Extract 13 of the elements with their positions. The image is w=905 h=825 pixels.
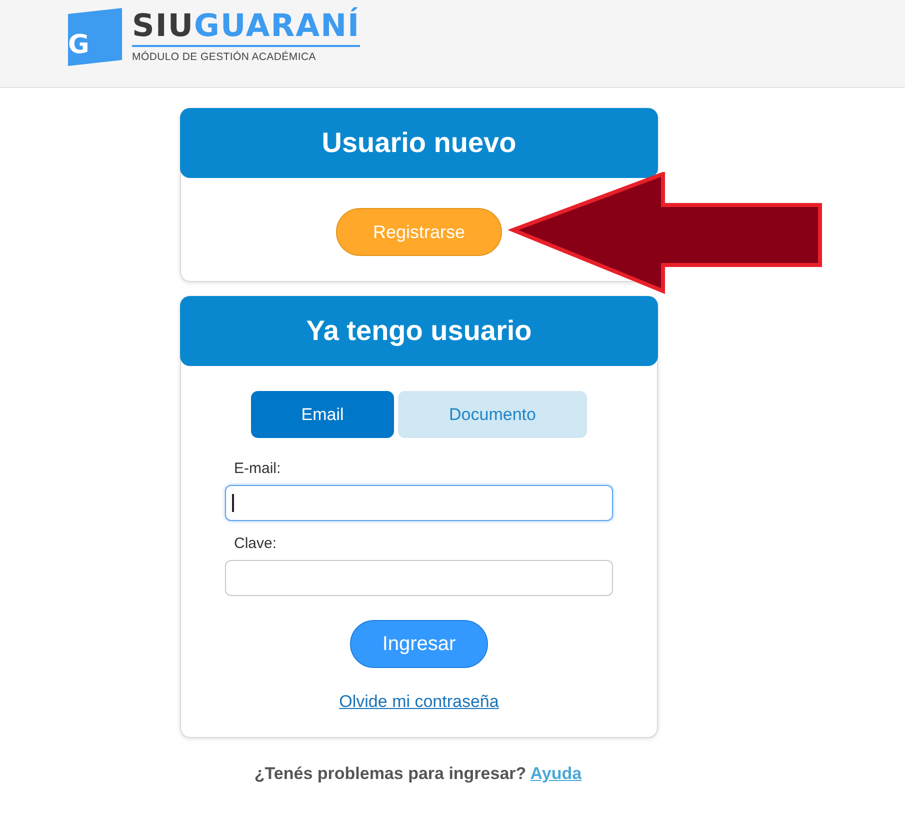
register-button[interactable]: Registrarse xyxy=(336,208,502,256)
brand-subtitle: MÓDULO DE GESTIÓN ACADÉMICA xyxy=(132,50,317,63)
field-label: Clave: xyxy=(233,535,278,552)
help-text: ¿Tenés problemas para ingresar? Ayuda xyxy=(253,764,583,784)
help-link[interactable]: Ayuda xyxy=(530,764,582,783)
card-title: Usuario nuevo xyxy=(180,108,658,178)
logo-letter: G xyxy=(68,32,90,58)
login-tab[interactable]: Documento xyxy=(398,391,587,438)
forgot-password-link[interactable]: Olvide mi contraseña xyxy=(339,692,499,712)
card-title: Ya tengo usuario xyxy=(180,296,658,366)
login-button[interactable]: Ingresar xyxy=(350,620,488,668)
field-label: E-mail: xyxy=(233,460,282,477)
login-tab[interactable]: Email xyxy=(251,391,394,438)
